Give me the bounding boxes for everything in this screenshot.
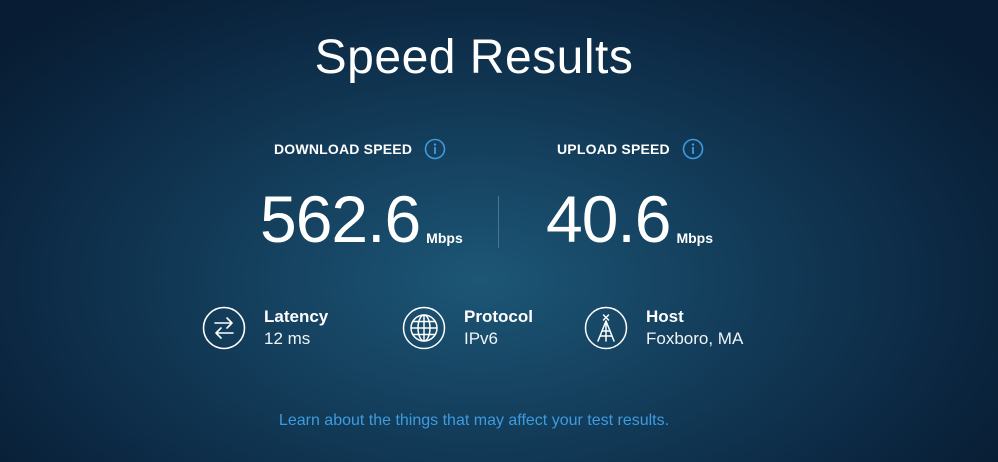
learn-more-link[interactable]: Learn about the things that may affect y… bbox=[0, 412, 948, 430]
latency-value: 12 ms bbox=[264, 329, 311, 348]
download-speed-header: DOWNLOAD SPEED bbox=[274, 138, 446, 160]
globe-icon bbox=[402, 306, 446, 350]
download-speed-unit: Mbps bbox=[426, 230, 463, 246]
protocol-value: IPv6 bbox=[464, 329, 499, 348]
upload-speed-unit: Mbps bbox=[676, 230, 714, 246]
upload-info-icon[interactable] bbox=[682, 138, 704, 160]
upload-speed-header: UPLOAD SPEED bbox=[557, 138, 704, 160]
download-speed-label: DOWNLOAD SPEED bbox=[274, 141, 413, 157]
tower-icon bbox=[584, 306, 628, 350]
arrows-exchange-icon bbox=[202, 306, 246, 350]
download-speed-value: 562.6 bbox=[260, 182, 421, 256]
latency-title: Latency bbox=[264, 307, 329, 326]
protocol-title: Protocol bbox=[464, 307, 533, 326]
download-info-icon[interactable] bbox=[424, 138, 446, 160]
latency-stat: Latency 12 ms bbox=[202, 306, 328, 350]
host-stat: Host Foxboro, MA bbox=[584, 306, 743, 350]
page-title: Speed Results bbox=[314, 31, 634, 84]
speed-divider bbox=[498, 196, 499, 248]
upload-speed-value: 40.6 bbox=[546, 182, 671, 256]
upload-speed-label: UPLOAD SPEED bbox=[557, 141, 670, 157]
download-speed: 562.6 Mbps bbox=[260, 186, 463, 252]
protocol-stat: Protocol IPv6 bbox=[402, 306, 533, 350]
upload-speed: 40.6 Mbps bbox=[546, 186, 713, 252]
host-title: Host bbox=[646, 307, 684, 326]
host-value: Foxboro, MA bbox=[646, 329, 744, 348]
